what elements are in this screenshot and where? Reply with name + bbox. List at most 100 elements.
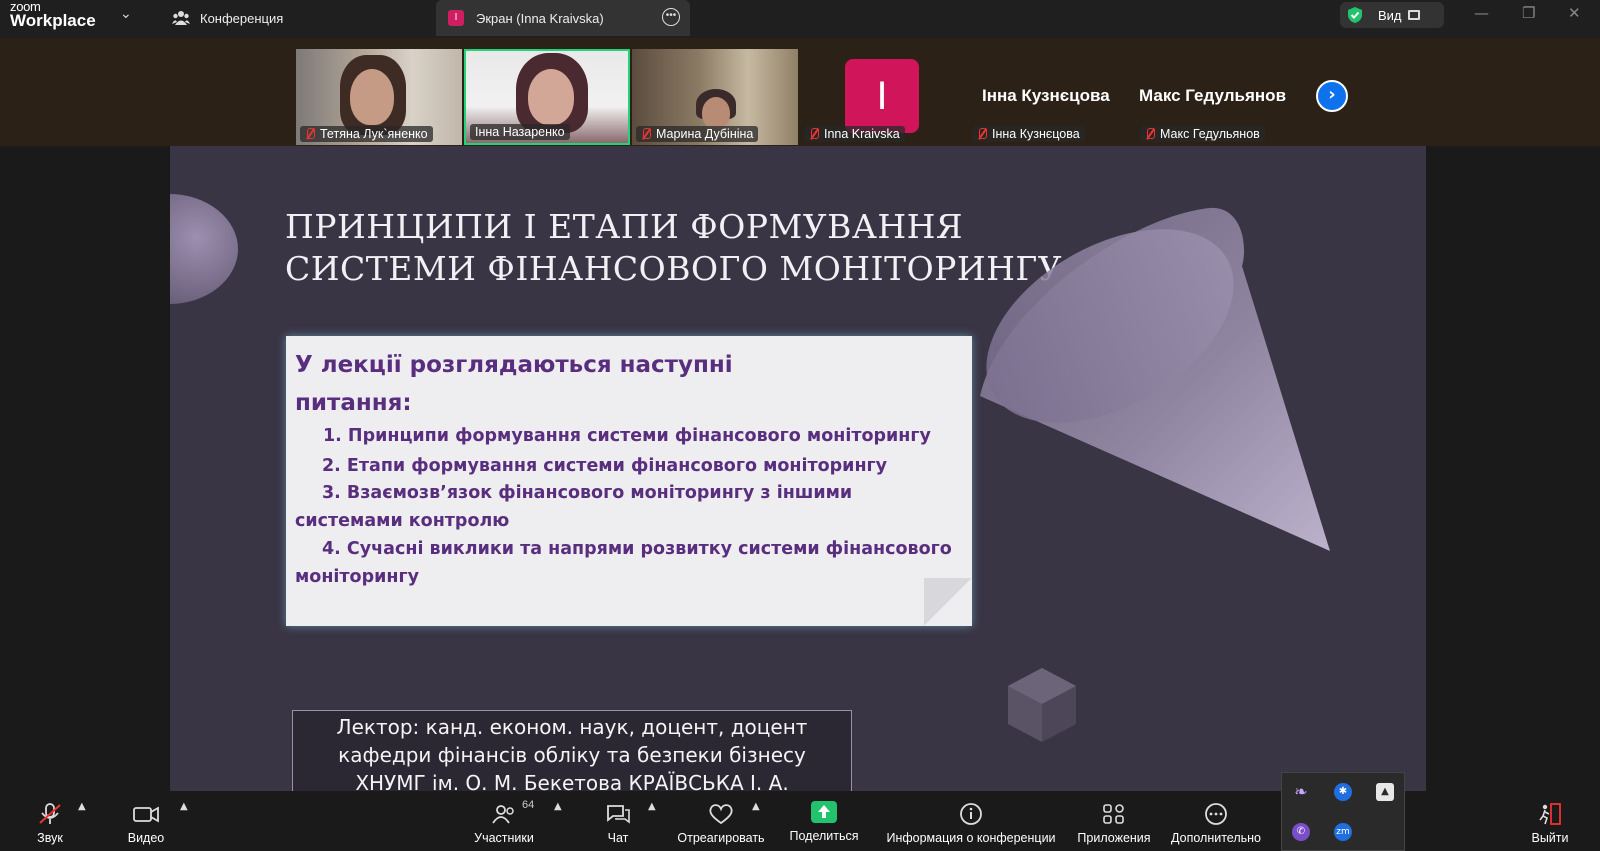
participant-name: Марина Дубініна (636, 126, 759, 142)
participant-name-text: Інна Назаренко (475, 125, 565, 139)
share-label: Поделиться (789, 829, 859, 843)
participant-tile[interactable]: Inna Kraivska (800, 49, 966, 145)
logo-workplace-text: Workplace (10, 11, 96, 30)
people-icon (172, 10, 190, 26)
participant-tile[interactable]: Марина Дубініна (632, 49, 798, 145)
participants-count: 64 (522, 799, 535, 811)
decorative-cone (980, 207, 1330, 551)
shield-check-icon (1348, 7, 1362, 23)
chat-button[interactable]: Чат (598, 791, 638, 851)
share-button[interactable]: Поделиться (788, 791, 860, 851)
list-item: 1. Принципи формування системи фінансово… (323, 426, 931, 446)
apps-icon (1101, 803, 1127, 825)
audio-label: Звук (37, 831, 63, 845)
apps-label: Приложения (1077, 831, 1151, 845)
slide-title: ПРИНЦИПИ І ЕТАПИ ФОРМУВАННЯ СИСТЕМИ ФІНА… (285, 206, 1062, 290)
video-label: Видео (127, 831, 165, 845)
participant-name-text: Марина Дубініна (656, 127, 754, 141)
chevron-down-icon[interactable]: ⌄ (120, 6, 132, 22)
participant-name-text: Макс Гедульянов (1160, 127, 1260, 141)
react-label: Отреагировать (677, 831, 765, 845)
view-grid-icon (1407, 10, 1420, 20)
tab-conference[interactable]: Конференция (172, 0, 283, 36)
topics-heading: У лекції розглядаються наступні питання: (295, 346, 765, 422)
participant-tile[interactable]: Тетяна Лук`яненко (296, 49, 462, 145)
security-shield-icon[interactable]: ▲ (1376, 783, 1394, 801)
participant-tile[interactable]: Інна Кузнєцова (968, 49, 1134, 145)
zoom-workplace-logo: zoom Workplace (10, 0, 96, 29)
audio-button[interactable]: Звук (30, 791, 70, 851)
leave-button[interactable]: Выйти (1530, 791, 1570, 851)
mic-muted-icon (641, 128, 651, 140)
mic-muted-icon (977, 128, 987, 140)
react-button[interactable]: Отреагировать (674, 791, 768, 851)
more-dots-icon (1203, 803, 1229, 825)
react-options-caret-icon[interactable]: ▲ (752, 801, 760, 812)
restore-icon[interactable]: ❐ (1522, 4, 1535, 22)
topics-card: У лекції розглядаються наступні питання:… (286, 336, 972, 626)
decorative-cube (1008, 668, 1076, 742)
meeting-info-label: Информация о конференции (886, 831, 1056, 845)
video-options-caret-icon[interactable]: ▲ (180, 801, 188, 812)
chat-icon (605, 803, 631, 825)
participant-name: Макс Гедульянов (1140, 126, 1265, 142)
video-face (702, 97, 730, 129)
audio-options-caret-icon[interactable]: ▲ (78, 801, 86, 812)
slide-title-line: ПРИНЦИПИ І ЕТАПИ ФОРМУВАННЯ (285, 207, 964, 246)
topics-heading-line: питання: (295, 390, 412, 416)
participants-options-caret-icon[interactable]: ▲ (554, 801, 562, 812)
lecturer-line: Лектор: канд. економ. наук, доцент, доце… (336, 715, 808, 739)
tab-screen-share[interactable]: I Экран (Inna Kraivska) ••• (436, 0, 690, 36)
participant-name: Тетяна Лук`яненко (300, 126, 433, 142)
more-label: Дополнительно (1171, 831, 1261, 845)
list-item: 3. Взаємозв’язок фінансового моніторингу… (295, 483, 853, 531)
minimize-icon[interactable]: — (1474, 4, 1489, 22)
video-button[interactable]: Видео (124, 791, 168, 851)
participants-label: Участники (474, 831, 534, 845)
close-icon[interactable]: ✕ (1568, 4, 1581, 22)
mic-muted-icon (305, 128, 315, 140)
feather-app-icon[interactable]: ❧ (1292, 783, 1310, 801)
leave-label: Выйти (1531, 831, 1569, 845)
info-icon (958, 803, 984, 825)
page-curl (924, 578, 972, 626)
chat-label: Чат (607, 831, 629, 845)
video-face (350, 69, 394, 125)
participant-name-text: Інна Кузнєцова (992, 127, 1080, 141)
video-camera-icon (133, 803, 159, 825)
list-item: 4. Сучасні виклики та напрями розвитку с… (295, 539, 952, 587)
participant-name: Inna Kraivska (804, 126, 905, 142)
viber-icon[interactable]: ✆ (1292, 823, 1310, 841)
view-button[interactable]: Вид (1340, 2, 1444, 28)
tab-screen-label: Экран (Inna Kraivska) (476, 10, 604, 26)
apps-button[interactable]: Приложения (1076, 791, 1152, 851)
list-item: 2. Етапи формування системи фінансового … (322, 456, 888, 476)
lecturer-line: кафедри фінансів обліку та безпеки бізне… (338, 743, 806, 767)
participant-tile-active-speaker[interactable]: Інна Назаренко (464, 49, 630, 145)
heart-icon (708, 803, 734, 825)
share-screen-icon (811, 801, 837, 823)
screen-badge: I (448, 10, 464, 26)
participant-name-text: Inna Kraivska (824, 127, 900, 141)
shared-slide: ПРИНЦИПИ І ЕТАПИ ФОРМУВАННЯ СИСТЕМИ ФІНА… (170, 146, 1426, 791)
more-button[interactable]: Дополнительно (1168, 791, 1264, 851)
participants-icon (491, 803, 517, 825)
next-page-arrow-icon[interactable]: › (1316, 80, 1348, 112)
zoom-tray-icon[interactable]: zm (1334, 823, 1352, 841)
view-button-label: Вид (1378, 7, 1402, 23)
lecturer-box: Лектор: канд. економ. наук, доцент, доце… (292, 710, 852, 791)
slide-title-line: СИСТЕМИ ФІНАНСОВОГО МОНІТОРИНГУ (285, 249, 1063, 288)
bluetooth-icon[interactable]: ✱ (1334, 783, 1352, 801)
leave-door-icon (1537, 803, 1563, 825)
title-bar: zoom Workplace ⌄ Конференция I Экран (In… (0, 0, 1600, 38)
decorative-circle (170, 194, 238, 304)
mic-muted-icon (809, 128, 819, 140)
chat-options-caret-icon[interactable]: ▲ (648, 801, 656, 812)
meeting-info-button[interactable]: Информация о конференции (884, 791, 1058, 851)
tab-conference-label: Конференция (200, 10, 284, 26)
participant-name-text: Тетяна Лук`яненко (320, 127, 428, 141)
mic-muted-icon (1145, 128, 1155, 140)
more-options-icon[interactable]: ••• (662, 8, 680, 26)
participant-tile[interactable]: Макс Гедульянов (1136, 49, 1302, 145)
video-face (528, 69, 574, 125)
